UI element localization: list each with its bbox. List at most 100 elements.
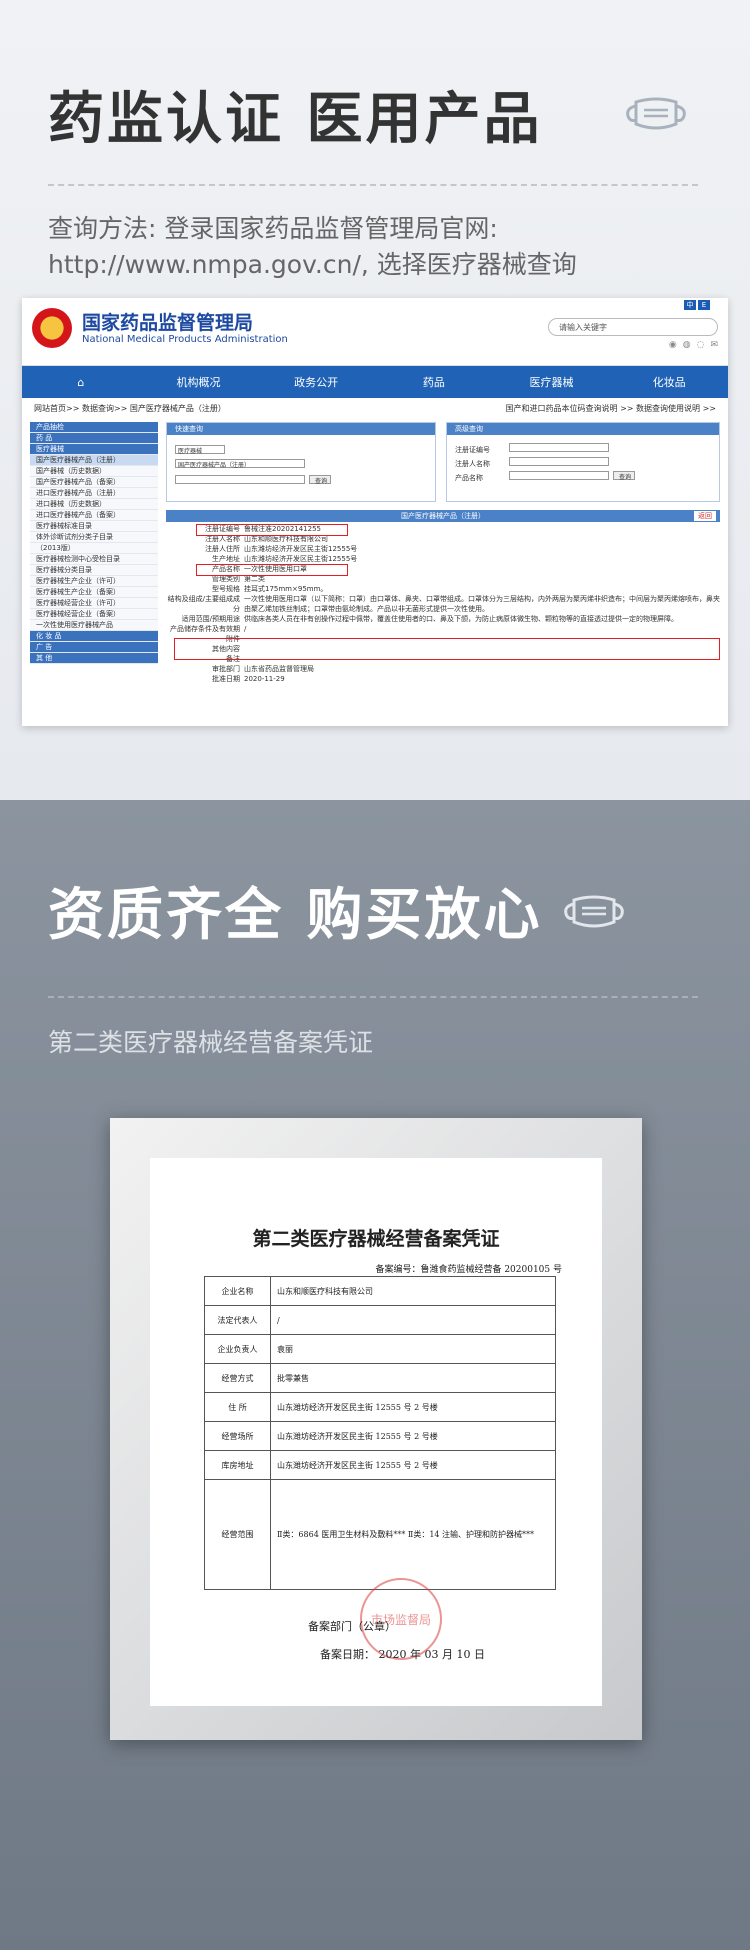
label-cert-no: 注册证编号 [455,446,490,454]
sidebar-item[interactable]: 医疗器械检测中心受检目录 [30,554,158,565]
certificate-label: 经营范围 [204,1479,271,1590]
query-method-line1: 查询方法: 登录国家药品监督管理局官网: [48,214,498,243]
table-row: 适用范围/预期用途 供临床各类人员在非有创操作过程中佩带，覆盖住使用者的口、鼻及下… [166,614,720,624]
nav-device[interactable]: 医疗器械 [493,374,611,390]
result-table-title: 国产医疗器械产品（注册） 返回 [166,510,720,522]
nav-drug[interactable]: 药品 [375,374,493,390]
sidebar-item[interactable]: 进口医疗器械产品（备案） [30,510,158,521]
row-label: 型号规格 [212,585,240,593]
sidebar-item[interactable]: 进口器械（历史数据） [30,499,158,510]
highlight-intended-use [174,638,720,660]
sidebar-item[interactable]: 其 他 [30,653,158,664]
nav-home[interactable]: ⌂ [22,376,140,389]
certificate-value: 批零兼售 [270,1363,556,1393]
divider-2 [48,996,698,998]
registrant-input[interactable] [509,457,609,466]
row-label: 注册人住所 [205,545,240,553]
sidebar-item[interactable]: 医疗器械标准目录 [30,521,158,532]
certificate-row: 经营场所 山东潍坊经济开发区民主街 12555 号 2 号楼 [204,1421,556,1451]
advanced-query-button[interactable]: 查询 [613,471,635,481]
certificate-row: 库房地址 山东潍坊经济开发区民主街 12555 号 2 号楼 [204,1450,556,1480]
nav-org[interactable]: 机构概况 [140,374,258,390]
language-switch[interactable]: 中E [684,300,710,310]
rss-icon[interactable]: ◌ [697,340,705,350]
sidebar-item[interactable]: 国产医疗器械产品（注册） [30,455,158,466]
row-label: 结构及组成/主要组成成分 [167,595,240,613]
sidebar-item[interactable]: 药 品 [30,433,158,444]
lang-cn[interactable]: 中 [684,300,696,310]
weibo-icon[interactable]: ◉ [669,340,677,350]
sidebar-item[interactable]: 广 告 [30,642,158,653]
mask-icon [626,97,686,130]
certificate-number: 备案编号：鲁潍食药监械经营备 20200105 号 [375,1265,562,1275]
highlight-cert-no [196,524,348,536]
row-label: 审批部门 [212,665,240,673]
breadcrumb-right[interactable]: 国产和进口药品本位码查询说明 >> 数据查询使用说明 >> [506,398,716,420]
table-title-text: 国产医疗器械产品（注册） [401,512,485,520]
highlight-product-name [196,564,348,576]
sidebar-item[interactable]: 产品抽检 [30,422,158,433]
row-label: 适用范围/预期用途 [181,615,240,623]
row-value: / [244,625,247,633]
main-nav: ⌂ 机构概况 政务公开 药品 医疗器械 化妆品 [22,366,728,398]
sidebar: 产品抽检药 品医疗器械 国产医疗器械产品（注册） 国产器械（历史数据） 国产医疗器械产… [30,422,158,664]
wechat-icon[interactable]: ◍ [683,340,691,350]
sidebar-item[interactable]: 国产医疗器械产品（备案） [30,477,158,488]
sidebar-item[interactable]: 医疗器械生产企业（许可） [30,576,158,587]
certificate-table: 企业名称 山东和顺医疗科技有限公司 法定代表人 / 企业负责人 袁丽 经营方式 批零兼售住 所… [204,1276,556,1590]
breadcrumb: 网站首页>> 数据查询>> 国产医疗器械产品（注册） 国产和进口药品本位码查询说… [22,398,728,420]
sidebar-item[interactable]: 医疗器械生产企业（备案） [30,587,158,598]
table-row: 审批部门 山东省药品监督管理局 [166,664,720,674]
site-name-cn: 国家药品监督管理局 [82,312,254,334]
email-icon[interactable]: ✉ [710,340,718,350]
certificate-label: 经营场所 [204,1421,271,1451]
quick-query-button[interactable]: 查询 [309,475,331,485]
row-value: 2020-11-29 [244,675,285,683]
lang-en[interactable]: E [698,300,710,310]
advanced-query-title: 高级查询 [447,423,719,435]
section-certification: 药监认证 医用产品 查询方法: 登录国家药品监督管理局官网: http://ww… [0,0,750,800]
label-product-name: 产品名称 [455,474,483,482]
sidebar-item[interactable]: 医疗器械 [30,444,158,455]
certificate: 第二类医疗器械经营备案凭证 备案编号：鲁潍食药监械经营备 20200105 号 … [150,1158,602,1706]
certificate-label: 企业名称 [204,1276,271,1306]
section-title: 药监认证 医用产品 [48,87,543,152]
cert-no-input[interactable] [509,443,609,452]
back-button[interactable]: 返回 [694,511,716,521]
sidebar-item[interactable]: 进口医疗器械产品（注册） [30,488,158,499]
row-value: 挂耳式175mm×95mm。 [244,585,328,593]
certificate-value: 袁丽 [270,1334,556,1364]
query-method-line2: http://www.nmpa.gov.cn/, 选择医疗器械查询 [48,250,577,279]
quick-query-title: 快速查询 [167,423,435,435]
sidebar-item[interactable]: 医疗器械分类目录 [30,565,158,576]
sidebar-item[interactable]: 一次性使用医疗器械产品 [30,620,158,631]
certificate-label: 经营方式 [204,1363,271,1393]
advanced-query-panel: 高级查询 注册证编号 注册人名称 产品名称 查询 [446,422,720,502]
product-name-input[interactable] [509,471,609,480]
site-name-en: National Medical Products Administration [82,334,288,345]
certificate-value: Ⅱ类：6864 医用卫生材料及敷料*** Ⅱ类：14 注输、护理和防护器械*** [270,1479,556,1590]
sidebar-item[interactable]: （2013版） [30,543,158,554]
certificate-row: 法定代表人 / [204,1305,556,1335]
sidebar-item[interactable]: 国产器械（历史数据） [30,466,158,477]
certificate-value: 山东潍坊经济开发区民主街 12555 号 2 号楼 [270,1421,556,1451]
certificate-title: 第二类医疗器械经营备案凭证 [252,1228,500,1250]
row-label: 生产地址 [212,555,240,563]
nav-cosmetic[interactable]: 化妆品 [610,374,728,390]
breadcrumb-left[interactable]: 网站首页>> 数据查询>> 国产医疗器械产品（注册） [34,398,226,420]
sidebar-item[interactable]: 医疗器械经营企业（许可） [30,598,158,609]
certificate-row: 企业名称 山东和顺医疗科技有限公司 [204,1276,556,1306]
row-value: 山东省药品监督管理局 [244,665,314,673]
certificate-row: 住 所山东潍坊经济开发区民主街 12555 号 2 号楼 [204,1392,556,1422]
quick-query-input[interactable] [175,475,305,484]
site-header: 国家药品监督管理局 National Medical Products Admi… [22,298,728,366]
sidebar-item[interactable]: 体外诊断试剂分类子目录 [30,532,158,543]
sidebar-item[interactable]: 化 妆 品 [30,631,158,642]
label-registrant: 注册人名称 [455,460,490,468]
sidebar-item[interactable]: 医疗器械经营企业（备案） [30,609,158,620]
quick-query-panel: 快速查询 医疗器械 国产医疗器械产品（注册） 查询 [166,422,436,502]
category-select[interactable]: 医疗器械 [175,445,225,455]
search-input[interactable]: 请输入关键字 [548,318,718,336]
subcategory-select[interactable]: 国产医疗器械产品（注册） [175,459,305,469]
nav-gov[interactable]: 政务公开 [257,374,375,390]
